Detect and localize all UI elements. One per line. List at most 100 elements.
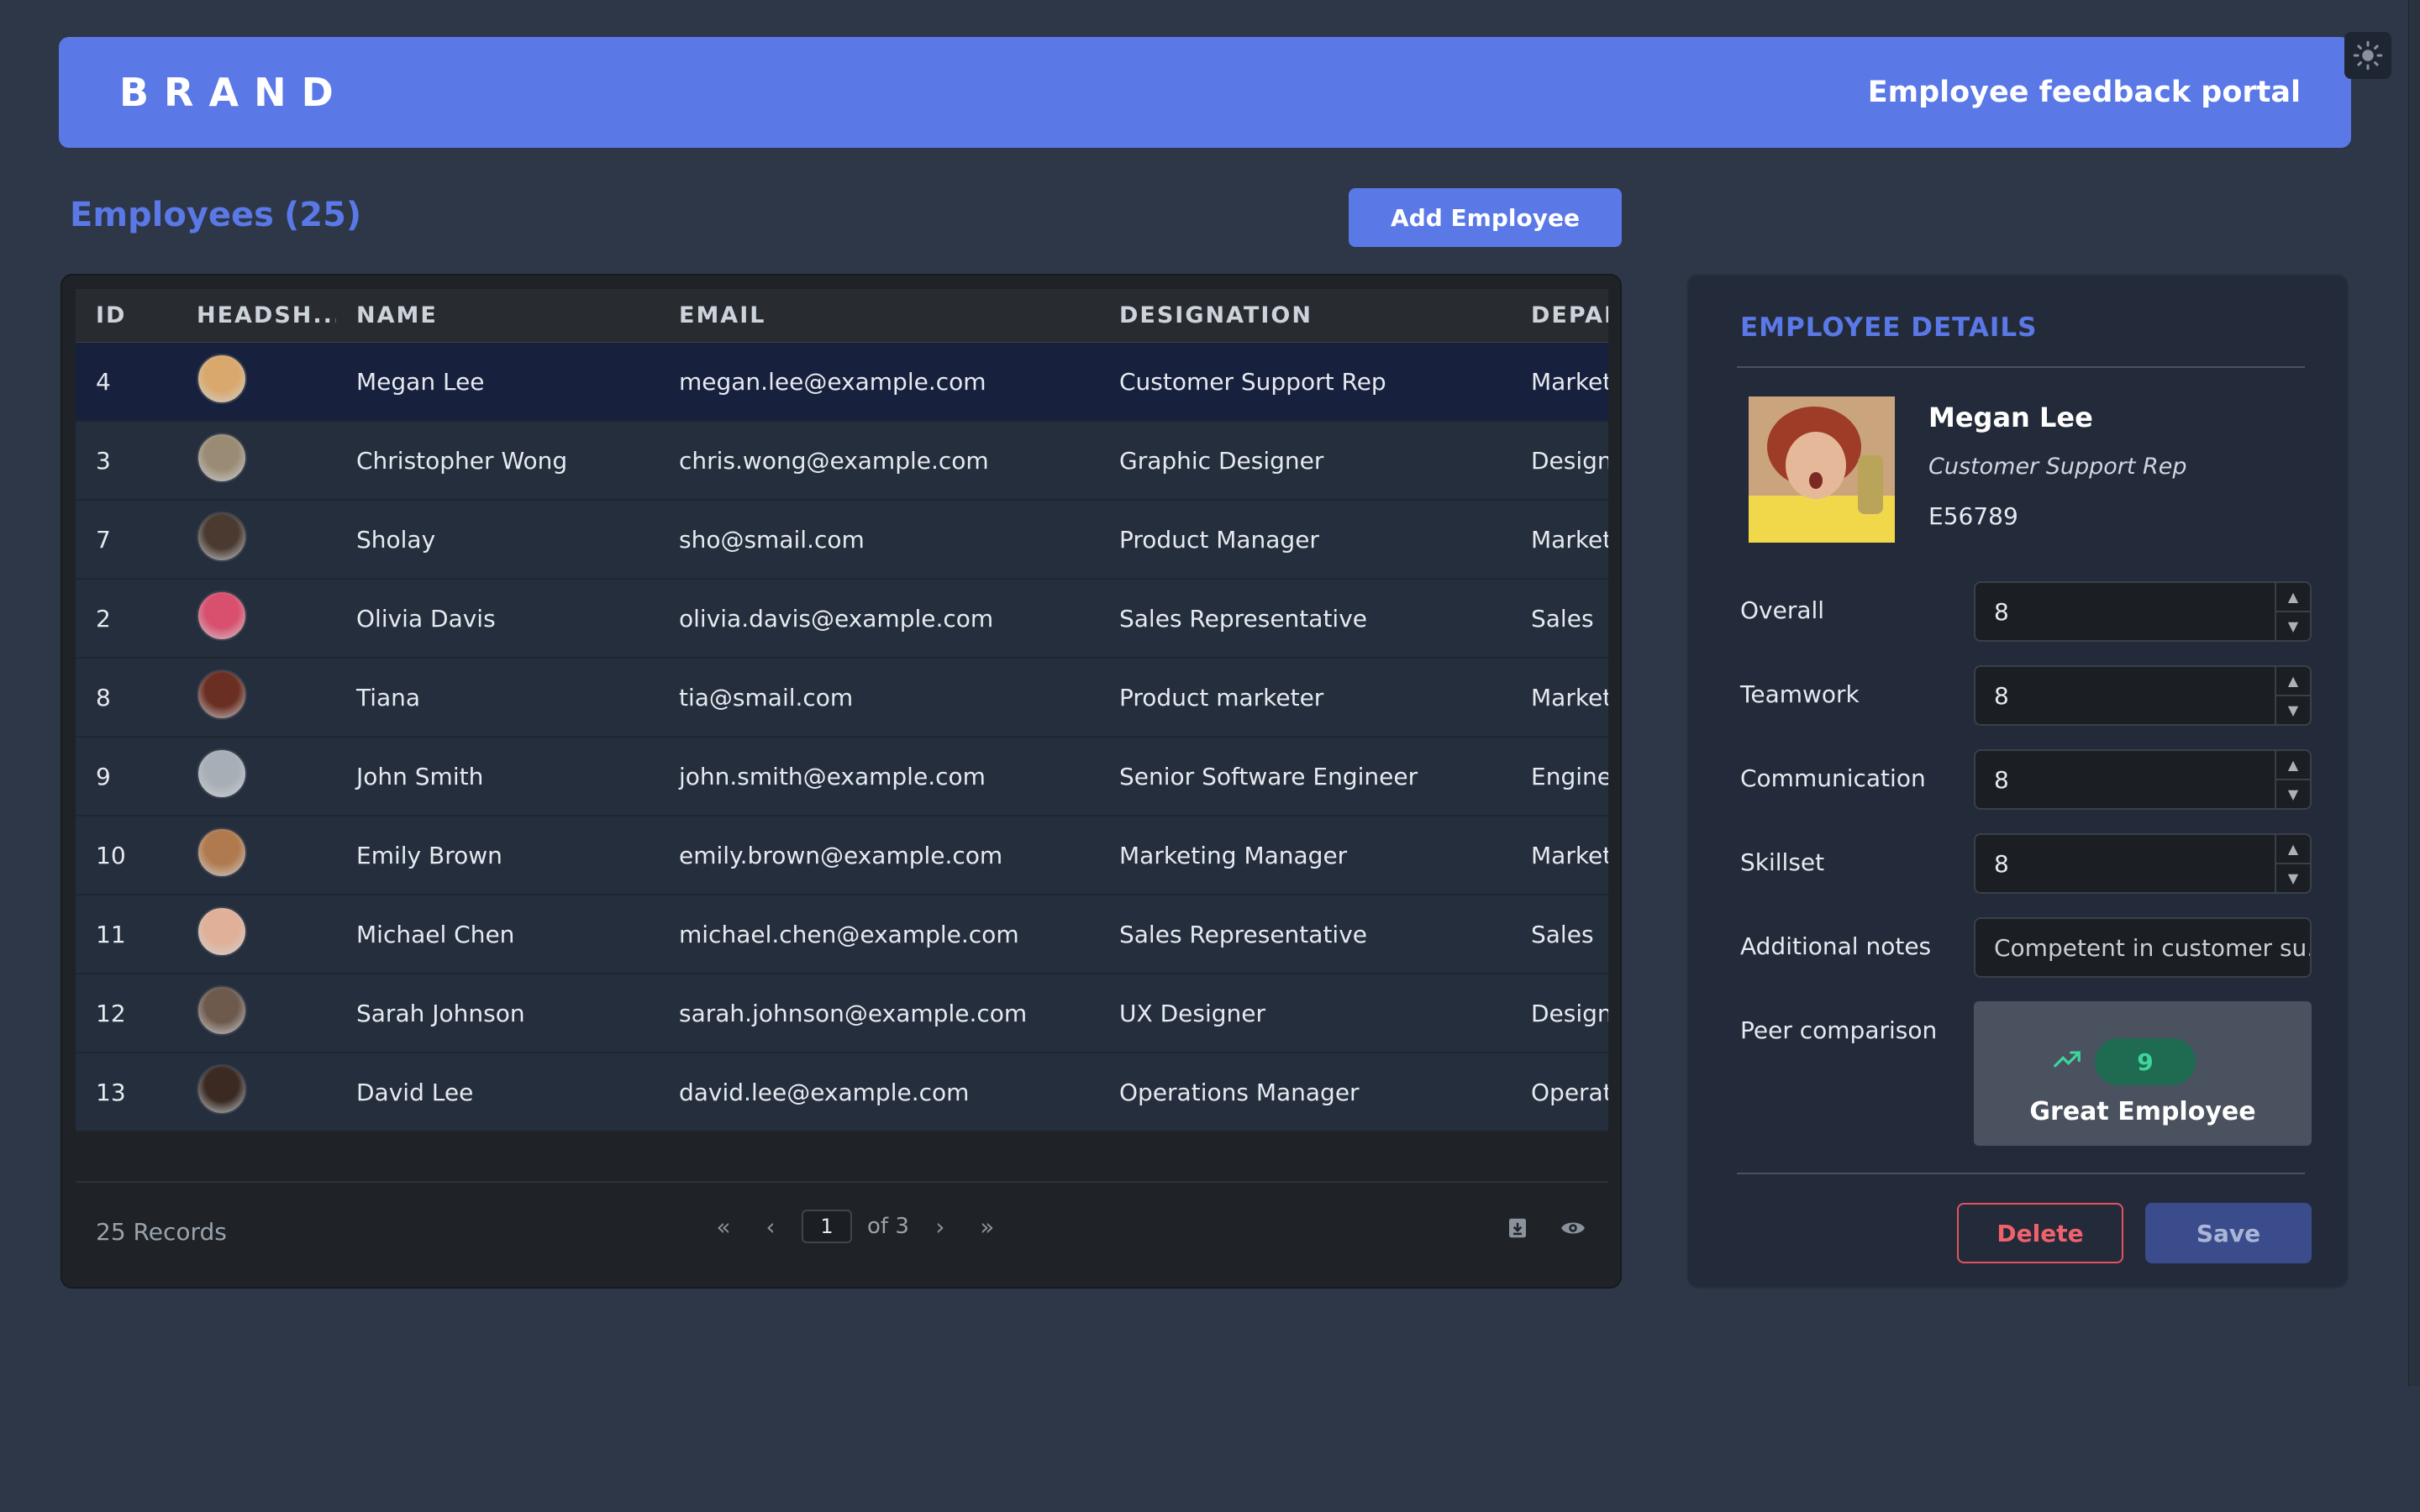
row-designation: Sales Representative (1119, 604, 1367, 633)
row-id: 12 (96, 999, 126, 1027)
row-name: Christopher Wong (356, 446, 568, 475)
column-header-id[interactable]: ID (76, 302, 176, 328)
last-page-button[interactable]: » (971, 1213, 1003, 1241)
communication-input[interactable]: 8 ▲ ▼ (1974, 749, 2312, 810)
row-email: sho@smail.com (679, 525, 865, 554)
theme-toggle-button[interactable] (2344, 32, 2391, 79)
row-name: Tiana (356, 683, 421, 711)
overall-input[interactable]: 8 ▲ ▼ (1974, 581, 2312, 642)
row-department: Designi (1531, 446, 1608, 475)
employee-table-card: ID HEADSH... NAME EMAIL DESIGNATION DEPA… (60, 274, 1622, 1289)
row-id: 10 (96, 841, 126, 869)
employees-title-label: Employees (70, 196, 274, 234)
table-row[interactable]: 3 Christopher Wong chris.wong@example.com G… (76, 422, 1608, 501)
employees-heading: Employees (25) (70, 196, 361, 234)
row-email: michael.chen@example.com (679, 920, 1019, 948)
top-header: BRAND Employee feedback portal (59, 37, 2351, 148)
overall-stepper[interactable]: ▲ ▼ (2275, 583, 2310, 640)
row-name: David Lee (356, 1078, 474, 1106)
communication-stepper[interactable]: ▲ ▼ (2275, 751, 2310, 808)
row-department: Designi (1531, 999, 1608, 1027)
table-row[interactable]: 7 Sholay sho@smail.com Product Manager Marke… (76, 501, 1608, 580)
app-page: BRAND Employee feedback portal Employees… (0, 0, 2420, 1512)
row-id: 4 (96, 367, 111, 396)
row-headshot (176, 1063, 336, 1121)
employee-table[interactable]: ID HEADSH... NAME EMAIL DESIGNATION DEPA… (76, 289, 1608, 1287)
teamwork-value: 8 (1994, 681, 2009, 710)
row-headshot (176, 906, 336, 963)
row-designation: UX Designer (1119, 999, 1265, 1027)
first-page-button[interactable]: « (708, 1213, 739, 1241)
column-header-name[interactable]: NAME (336, 302, 659, 328)
row-headshot (176, 984, 336, 1042)
profile-employee-code: E56789 (1928, 502, 2018, 530)
skillset-stepper[interactable]: ▲ ▼ (2275, 835, 2310, 892)
records-count: 25 Records (96, 1218, 227, 1246)
avatar (197, 669, 247, 720)
row-email: chris.wong@example.com (679, 446, 989, 475)
page-number-input[interactable]: 1 (802, 1210, 852, 1243)
add-employee-button[interactable]: Add Employee (1349, 188, 1622, 247)
next-page-button[interactable]: › (924, 1213, 956, 1241)
notes-label: Additional notes (1740, 932, 1932, 960)
table-row[interactable]: 4 Megan Lee megan.lee@example.com Customer … (76, 343, 1608, 422)
column-header-department[interactable]: DEPAR (1511, 302, 1608, 328)
delete-button[interactable]: Delete (1957, 1203, 2123, 1263)
decrement-icon[interactable]: ▼ (2276, 780, 2310, 808)
prev-page-button[interactable]: ‹ (755, 1213, 786, 1241)
portal-title: Employee feedback portal (1867, 76, 2301, 109)
download-icon[interactable] (1502, 1213, 1533, 1243)
skillset-input[interactable]: 8 ▲ ▼ (1974, 833, 2312, 894)
save-button[interactable]: Save (2145, 1203, 2312, 1263)
table-row[interactable]: 10 Emily Brown emily.brown@example.com Mark… (76, 816, 1608, 895)
increment-icon[interactable]: ▲ (2276, 583, 2310, 612)
row-name: Olivia Davis (356, 604, 496, 633)
decrement-icon[interactable]: ▼ (2276, 864, 2310, 892)
decrement-icon[interactable]: ▼ (2276, 696, 2310, 724)
row-department: Sales (1531, 920, 1594, 948)
table-row[interactable]: 12 Sarah Johnson sarah.johnson@example.com… (76, 974, 1608, 1053)
increment-icon[interactable]: ▲ (2276, 835, 2310, 864)
brand-logo[interactable]: BRAND (119, 70, 349, 115)
teamwork-stepper[interactable]: ▲ ▼ (2275, 667, 2310, 724)
row-headshot (176, 748, 336, 805)
table-row[interactable]: 8 Tiana tia@smail.com Product marketer Marke… (76, 659, 1608, 738)
row-name: Emily Brown (356, 841, 502, 869)
table-row[interactable]: 2 Olivia Davis olivia.davis@example.com Sal… (76, 580, 1608, 659)
row-email: sarah.johnson@example.com (679, 999, 1028, 1027)
avatar (197, 906, 247, 957)
notes-input[interactable]: Competent in customer su... (1974, 917, 2312, 978)
increment-icon[interactable]: ▲ (2276, 751, 2310, 780)
row-email: tia@smail.com (679, 683, 854, 711)
row-name: John Smith (356, 762, 484, 790)
table-row[interactable]: 9 John Smith john.smith@example.com Senior … (76, 738, 1608, 816)
column-header-designation[interactable]: DESIGNATION (1099, 302, 1511, 328)
teamwork-input[interactable]: 8 ▲ ▼ (1974, 665, 2312, 726)
page-scrollbar[interactable] (2408, 0, 2420, 1386)
profile-photo (1749, 396, 1895, 543)
details-divider-bottom (1737, 1173, 2305, 1174)
row-headshot (176, 590, 336, 647)
row-id: 8 (96, 683, 111, 711)
row-name: Megan Lee (356, 367, 485, 396)
row-id: 7 (96, 525, 111, 554)
row-headshot (176, 827, 336, 884)
teamwork-label: Teamwork (1740, 680, 1860, 708)
peer-comparison-label: Peer comparison (1740, 1016, 1938, 1044)
table-row[interactable]: 13 David Lee david.lee@example.com Operatio… (76, 1053, 1608, 1132)
row-name: Michael Chen (356, 920, 515, 948)
table-footer: 25 Records « ‹ 1 of 3 › » (76, 1181, 1608, 1273)
table-row[interactable]: 11 Michael Chen michael.chen@example.com Sa… (76, 895, 1608, 974)
column-header-headshot[interactable]: HEADSH... (176, 302, 336, 328)
increment-icon[interactable]: ▲ (2276, 667, 2310, 696)
row-designation: Product Manager (1119, 525, 1319, 554)
eye-icon[interactable] (1558, 1213, 1588, 1243)
decrement-icon[interactable]: ▼ (2276, 612, 2310, 640)
employees-count: (25) (283, 196, 362, 234)
row-designation: Marketing Manager (1119, 841, 1348, 869)
avatar (197, 511, 247, 562)
row-email: john.smith@example.com (679, 762, 986, 790)
column-header-email[interactable]: EMAIL (659, 302, 1099, 328)
row-id: 11 (96, 920, 126, 948)
row-designation: Customer Support Rep (1119, 367, 1386, 396)
